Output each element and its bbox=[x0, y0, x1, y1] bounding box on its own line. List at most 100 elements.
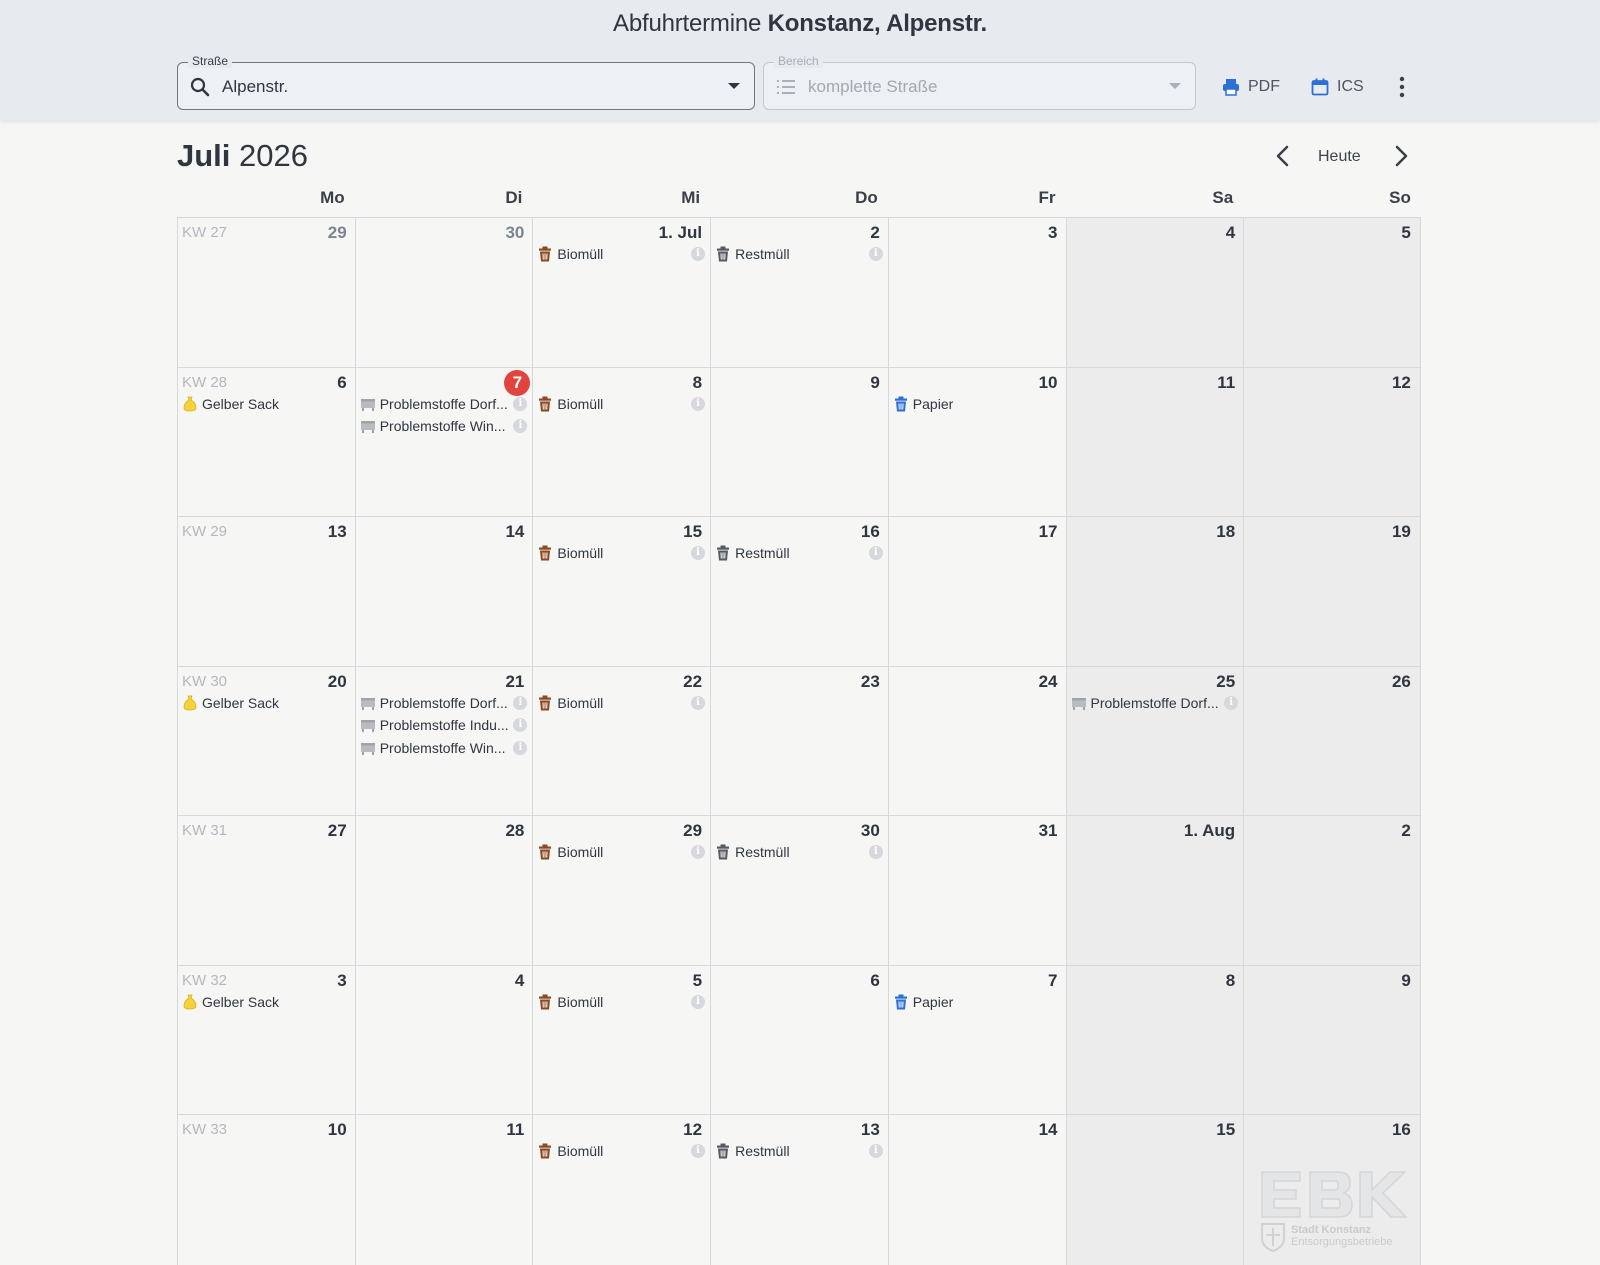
day-cell[interactable]: 26 bbox=[1243, 666, 1421, 817]
collection-event-problemstoffe[interactable]: Problemstoffe Dorf...i bbox=[360, 394, 528, 414]
collection-event-problemstoffe[interactable]: Problemstoffe Indu...i bbox=[360, 715, 528, 735]
collection-event-papier[interactable]: Papier bbox=[893, 394, 1061, 414]
info-icon[interactable]: i bbox=[691, 546, 705, 560]
info-icon[interactable]: i bbox=[691, 397, 705, 411]
day-cell[interactable]: 1. JulBiomülli bbox=[532, 217, 711, 368]
info-icon[interactable]: i bbox=[869, 1144, 883, 1158]
info-icon[interactable]: i bbox=[1224, 696, 1238, 710]
day-cell[interactable]: 2 bbox=[1243, 815, 1421, 966]
day-cell[interactable]: KW 286Gelber Sack bbox=[177, 367, 356, 518]
day-cell[interactable]: 1. Aug bbox=[1066, 815, 1245, 966]
info-icon[interactable]: i bbox=[691, 995, 705, 1009]
day-cell[interactable]: 8Biomülli bbox=[532, 367, 711, 518]
day-cell[interactable]: 18 bbox=[1066, 516, 1245, 667]
area-select[interactable]: Bereich komplette Straße bbox=[763, 62, 1196, 110]
chevron-down-icon[interactable] bbox=[728, 83, 740, 89]
collection-event-gelber-sack[interactable]: Gelber Sack bbox=[182, 992, 350, 1012]
day-cell[interactable]: 16Restmülli bbox=[710, 516, 889, 667]
day-cell[interactable]: 7Problemstoffe Dorf...iProblemstoffe Win… bbox=[355, 367, 534, 518]
street-select[interactable]: Straße Alpenstr. bbox=[177, 62, 755, 110]
collection-event-biomuell[interactable]: Biomülli bbox=[537, 992, 705, 1012]
ics-button[interactable]: ICS bbox=[1311, 74, 1364, 100]
collection-event-restmuell[interactable]: Restmülli bbox=[715, 543, 883, 563]
day-cell[interactable]: 23 bbox=[710, 666, 889, 817]
day-cell[interactable]: 19 bbox=[1243, 516, 1421, 667]
day-cell[interactable]: 5Biomülli bbox=[532, 965, 711, 1116]
day-number: 12 bbox=[683, 1120, 702, 1140]
day-cell[interactable]: 15 bbox=[1066, 1114, 1245, 1265]
day-cell[interactable]: 15Biomülli bbox=[532, 516, 711, 667]
day-cell[interactable]: 29Biomülli bbox=[532, 815, 711, 966]
day-cell[interactable]: KW 2913 bbox=[177, 516, 356, 667]
day-cell[interactable]: 11 bbox=[355, 1114, 534, 1265]
chevron-left-icon[interactable] bbox=[1272, 144, 1294, 168]
collection-event-restmuell[interactable]: Restmülli bbox=[715, 1141, 883, 1161]
today-button[interactable]: Heute bbox=[1318, 148, 1361, 166]
collection-event-biomuell[interactable]: Biomülli bbox=[537, 1141, 705, 1161]
info-icon[interactable]: i bbox=[513, 419, 527, 433]
collection-event-biomuell[interactable]: Biomülli bbox=[537, 693, 705, 713]
day-cell[interactable]: 12 bbox=[1243, 367, 1421, 518]
collection-event-biomuell[interactable]: Biomülli bbox=[537, 543, 705, 563]
day-cell[interactable]: KW 2729 bbox=[177, 217, 356, 368]
collection-event-biomuell[interactable]: Biomülli bbox=[537, 244, 705, 264]
info-icon[interactable]: i bbox=[513, 741, 527, 755]
collection-event-restmuell[interactable]: Restmülli bbox=[715, 842, 883, 862]
day-cell[interactable]: 30 bbox=[355, 217, 534, 368]
day-cell[interactable]: KW 3127 bbox=[177, 815, 356, 966]
info-icon[interactable]: i bbox=[691, 845, 705, 859]
day-cell[interactable]: 17 bbox=[888, 516, 1067, 667]
day-cell[interactable]: 2Restmülli bbox=[710, 217, 889, 368]
day-cell[interactable]: 4 bbox=[355, 965, 534, 1116]
collection-event-gelber-sack[interactable]: Gelber Sack bbox=[182, 394, 350, 414]
collection-event-problemstoffe[interactable]: Problemstoffe Dorf...i bbox=[1071, 693, 1239, 713]
day-cell[interactable]: 10Papier bbox=[888, 367, 1067, 518]
day-cell[interactable]: 6 bbox=[710, 965, 889, 1116]
day-cell[interactable]: KW 3310 bbox=[177, 1114, 356, 1265]
info-icon[interactable]: i bbox=[869, 845, 883, 859]
day-cell[interactable]: 14 bbox=[888, 1114, 1067, 1265]
collection-event-biomuell[interactable]: Biomülli bbox=[537, 842, 705, 862]
day-cell[interactable]: KW 3020Gelber Sack bbox=[177, 666, 356, 817]
day-cell[interactable]: 4 bbox=[1066, 217, 1245, 368]
day-cell[interactable]: 21Problemstoffe Dorf...iProblemstoffe In… bbox=[355, 666, 534, 817]
day-cell[interactable]: 3 bbox=[888, 217, 1067, 368]
collection-event-problemstoffe[interactable]: Problemstoffe Win...i bbox=[360, 416, 528, 436]
info-icon[interactable]: i bbox=[513, 718, 527, 732]
info-icon[interactable]: i bbox=[691, 1144, 705, 1158]
chevron-right-icon[interactable] bbox=[1390, 144, 1412, 168]
day-cell[interactable]: 13Restmülli bbox=[710, 1114, 889, 1265]
more-vertical-icon[interactable] bbox=[1392, 76, 1412, 98]
bio-bin-icon bbox=[537, 695, 553, 711]
day-cell[interactable]: 22Biomülli bbox=[532, 666, 711, 817]
day-cell[interactable]: 25Problemstoffe Dorf...i bbox=[1066, 666, 1245, 817]
pdf-button[interactable]: PDF bbox=[1222, 74, 1280, 100]
info-icon[interactable]: i bbox=[691, 696, 705, 710]
day-cell[interactable]: 14 bbox=[355, 516, 534, 667]
day-cell[interactable]: 11 bbox=[1066, 367, 1245, 518]
collection-event-restmuell[interactable]: Restmülli bbox=[715, 244, 883, 264]
info-icon[interactable]: i bbox=[691, 247, 705, 261]
collection-event-problemstoffe[interactable]: Problemstoffe Dorf...i bbox=[360, 693, 528, 713]
day-cell[interactable]: 7Papier bbox=[888, 965, 1067, 1116]
day-cell[interactable]: 30Restmülli bbox=[710, 815, 889, 966]
collection-event-problemstoffe[interactable]: Problemstoffe Win...i bbox=[360, 738, 528, 758]
info-icon[interactable]: i bbox=[513, 397, 527, 411]
day-number: 8 bbox=[1226, 971, 1235, 991]
info-icon[interactable]: i bbox=[869, 546, 883, 560]
collection-event-gelber-sack[interactable]: Gelber Sack bbox=[182, 693, 350, 713]
day-cell[interactable]: 9 bbox=[710, 367, 889, 518]
collection-event-papier[interactable]: Papier bbox=[893, 992, 1061, 1012]
info-icon[interactable]: i bbox=[869, 247, 883, 261]
day-cell[interactable]: 9 bbox=[1243, 965, 1421, 1116]
collection-event-biomuell[interactable]: Biomülli bbox=[537, 394, 705, 414]
day-cell[interactable]: 5 bbox=[1243, 217, 1421, 368]
day-cell[interactable]: 8 bbox=[1066, 965, 1245, 1116]
day-cell[interactable]: 12Biomülli bbox=[532, 1114, 711, 1265]
day-cell[interactable]: 31 bbox=[888, 815, 1067, 966]
chevron-down-icon[interactable] bbox=[1169, 83, 1181, 89]
info-icon[interactable]: i bbox=[513, 696, 527, 710]
day-cell[interactable]: KW 323Gelber Sack bbox=[177, 965, 356, 1116]
day-cell[interactable]: 28 bbox=[355, 815, 534, 966]
day-cell[interactable]: 24 bbox=[888, 666, 1067, 817]
